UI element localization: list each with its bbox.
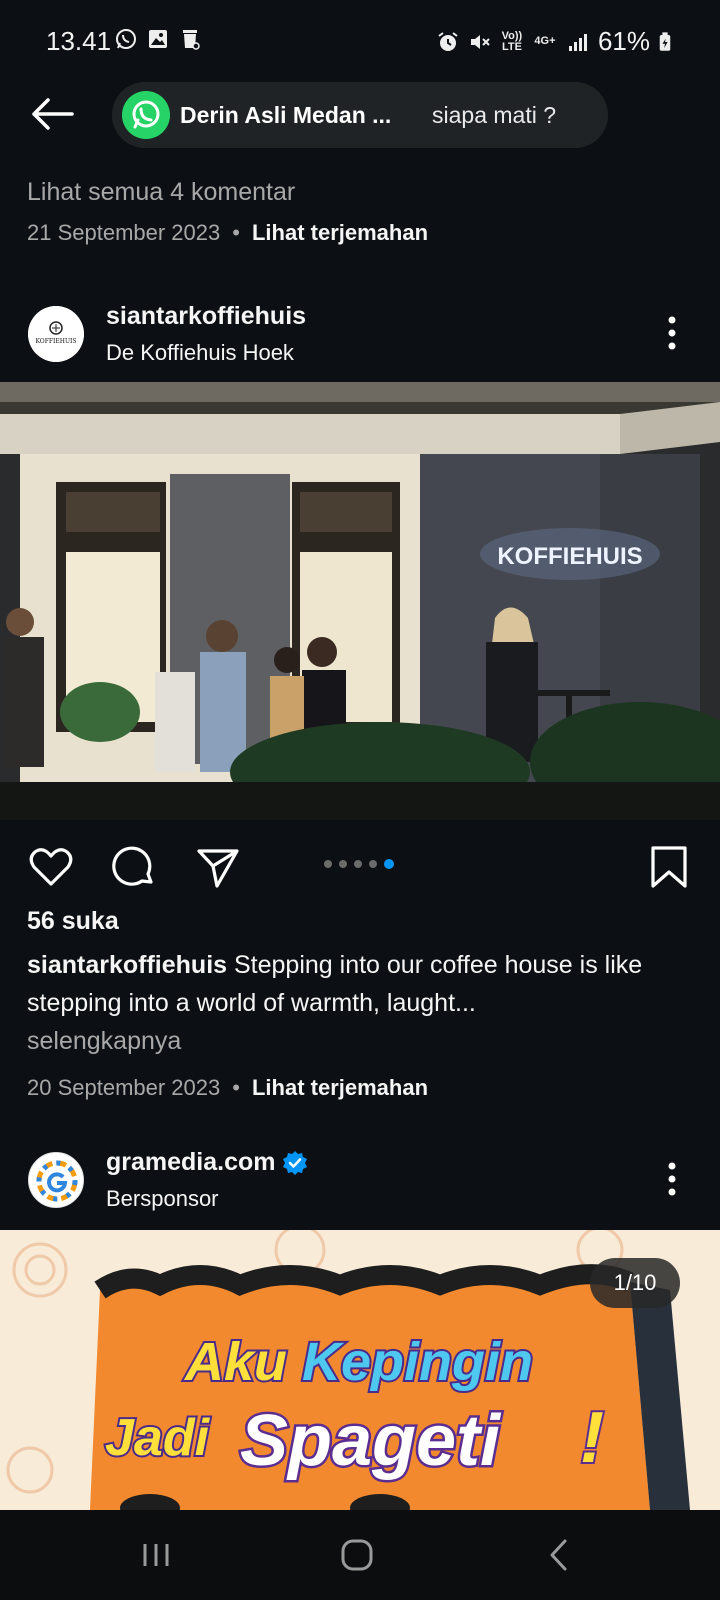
alarm-icon [438, 31, 458, 51]
post-meta: 20 September 2023 • Lihat terjemahan [27, 1075, 428, 1101]
carousel-dot-active [384, 859, 394, 869]
carousel-indicator [324, 859, 394, 869]
separator-dot: • [232, 220, 240, 245]
see-more-link[interactable]: selengkapnya [27, 1022, 697, 1060]
previous-post-meta: 21 September 2023 • Lihat terjemahan [27, 220, 428, 246]
battery-percent: 61% [597, 26, 650, 56]
post-location[interactable]: De Koffiehuis Hoek [106, 340, 294, 366]
verified-badge-icon [282, 1151, 307, 1176]
system-nav-bar [0, 1510, 720, 1600]
whatsapp-notification-bubble[interactable]: Derin Asli Medan ... siapa mati ? [112, 82, 608, 148]
avatar[interactable] [28, 1152, 84, 1208]
post-caption: siantarkoffiehuis Stepping into our coff… [27, 946, 697, 1060]
notification-message: siapa mati ? [432, 102, 557, 128]
post-date: 20 September 2023 [27, 1075, 221, 1100]
sponsor-username-text: gramedia.com [106, 1148, 276, 1176]
gallery-icon [149, 30, 167, 48]
carousel-dot [339, 860, 347, 868]
mute-icon [470, 34, 490, 49]
share-send-icon[interactable] [195, 844, 241, 890]
status-left-icons [114, 27, 202, 51]
whatsapp-icon [122, 91, 170, 139]
trash-icon [183, 30, 200, 50]
carousel-dot [369, 860, 377, 868]
ad-text-jadi: Jadi [105, 1409, 211, 1467]
koffiehuis-sign: KOFFIEHUIS [497, 543, 642, 570]
more-options-icon[interactable] [668, 1162, 676, 1196]
likes-count[interactable]: 56 suka [27, 907, 119, 936]
sponsor-username[interactable]: gramedia.com [106, 1148, 308, 1177]
post-header: KOFFIEHUIS siantarkoffiehuis De Koffiehu… [0, 294, 720, 374]
post-date: 21 September 2023 [27, 220, 221, 245]
status-time: 13.41 [46, 26, 112, 56]
carousel-dot [354, 860, 362, 868]
battery-icon [659, 31, 671, 51]
ad-text-kepingin: Kepingin [302, 1332, 533, 1392]
sponsored-label: Bersponsor [106, 1186, 219, 1211]
whatsapp-icon [116, 29, 136, 49]
ad-text-exclaim: ! [580, 1398, 604, 1478]
status-bar: 13.41 Vo)) LTE 4G+ 61% [0, 0, 720, 80]
carousel-counter: 1/10 [590, 1258, 680, 1308]
ad-text-aku: Aku [183, 1332, 287, 1392]
more-options-icon[interactable] [668, 316, 676, 350]
post-username[interactable]: siantarkoffiehuis [106, 302, 306, 331]
avatar-text: KOFFIEHUIS [35, 338, 76, 345]
back-arrow-icon[interactable] [30, 96, 74, 132]
back-icon[interactable] [535, 1530, 585, 1580]
save-bookmark-icon[interactable] [646, 844, 692, 890]
top-bar: Derin Asli Medan ... siapa mati ? [0, 80, 720, 150]
ad-text-spageti: Spageti [240, 1401, 502, 1481]
translate-link[interactable]: Lihat terjemahan [252, 220, 428, 246]
carousel-dot [324, 860, 332, 868]
translate-link[interactable]: Lihat terjemahan [252, 1075, 428, 1101]
view-all-comments-link[interactable]: Lihat semua 4 komentar [27, 178, 295, 207]
post-photo[interactable]: KOFFIEHUIS [0, 382, 720, 820]
caption-username[interactable]: siantarkoffiehuis [27, 951, 227, 979]
separator-dot: • [232, 1075, 240, 1100]
like-heart-icon[interactable] [28, 844, 74, 890]
volte-icon: Vo)) LTE [501, 29, 523, 53]
home-icon[interactable] [332, 1530, 382, 1580]
notification-title: Derin Asli Medan ... [180, 102, 392, 128]
status-right-icons: Vo)) LTE 4G+ 61% [436, 26, 672, 57]
comment-icon[interactable] [111, 844, 157, 890]
recent-apps-icon[interactable] [131, 1530, 181, 1580]
signal-icon [568, 33, 587, 51]
sponsored-post-header: gramedia.com Bersponsor [0, 1140, 720, 1220]
avatar[interactable]: KOFFIEHUIS [28, 306, 84, 362]
4g-icon: 4G+ [534, 35, 556, 47]
post-actions [0, 838, 720, 894]
